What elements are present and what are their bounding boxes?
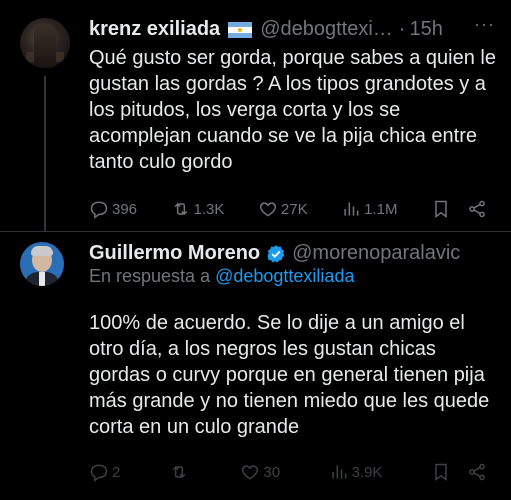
reply-button[interactable]: 396 <box>89 199 137 219</box>
author-handle[interactable]: @morenoparalavic <box>292 242 460 265</box>
reply-count: 396 <box>112 200 138 218</box>
author-handle[interactable]: @debogttexi… <box>260 18 393 41</box>
share-icon <box>469 463 485 481</box>
like-count: 27K <box>280 200 308 218</box>
share-icon <box>469 200 485 218</box>
repost-button[interactable]: 1.3K <box>171 199 225 219</box>
thread-connector-line <box>44 76 46 232</box>
views-icon <box>331 465 346 479</box>
like-icon <box>242 465 259 480</box>
bookmark-icon <box>435 463 447 481</box>
reply-count: 2 <box>112 463 121 481</box>
reply-icon <box>90 201 108 219</box>
views-count: 1.1M <box>364 200 398 218</box>
avatar[interactable] <box>20 242 64 286</box>
repost-count: 1.3K <box>193 200 225 218</box>
avatar[interactable] <box>20 18 70 68</box>
views-icon <box>344 202 359 216</box>
tweet-actions: 396 1.3K 27K 1.1M <box>89 197 487 221</box>
repost-button[interactable] <box>169 462 192 482</box>
timestamp[interactable]: 15h <box>409 18 442 41</box>
tweet-header: krenz exiliada @debogttexi… · 15h <box>89 18 443 41</box>
tweet-text: Qué gusto ser gorda, porque sabes a quie… <box>89 47 496 173</box>
reply-context: En respuesta a @debogttexiliada <box>89 266 354 287</box>
share-button[interactable] <box>467 462 487 482</box>
views-button[interactable]: 3.9K <box>329 462 383 482</box>
tail-actions <box>431 199 487 219</box>
tweet-text: 100% de acuerdo. Se lo dije a un amigo e… <box>89 312 490 438</box>
views-button[interactable]: 1.1M <box>341 199 397 219</box>
tweet-header: Guillermo Moreno @morenoparalavic <box>89 242 460 265</box>
separator-dot: · <box>398 18 406 40</box>
bookmark-button[interactable] <box>431 199 451 219</box>
tail-actions <box>431 462 487 482</box>
repost-icon <box>172 465 186 479</box>
tweet-reply[interactable]: Guillermo Moreno @morenoparalavic En res… <box>0 232 511 500</box>
share-button[interactable] <box>467 199 487 219</box>
argentina-flag-icon <box>228 21 253 38</box>
verified-badge-icon <box>267 244 285 262</box>
like-icon <box>259 202 276 217</box>
reply-icon <box>90 464 108 482</box>
tweet-actions: 2 30 3.9K <box>89 460 487 484</box>
reply-to-mention[interactable]: @debogttexiliada <box>215 266 354 286</box>
bookmark-button[interactable] <box>431 462 451 482</box>
author-name[interactable]: krenz exiliada <box>89 18 220 41</box>
more-icon[interactable]: ··· <box>474 14 495 35</box>
views-count: 3.9K <box>351 463 383 481</box>
like-count: 30 <box>263 463 281 481</box>
reply-prefix: En respuesta a <box>89 266 211 286</box>
tweet-original[interactable]: krenz exiliada @debogttexi… · 15h ··· Qu… <box>0 0 511 232</box>
bookmark-icon <box>435 200 447 218</box>
like-button[interactable]: 27K <box>258 199 308 219</box>
reply-button[interactable]: 2 <box>89 462 120 482</box>
like-button[interactable]: 30 <box>240 462 280 482</box>
author-name[interactable]: Guillermo Moreno <box>89 242 260 265</box>
repost-icon <box>174 202 187 216</box>
